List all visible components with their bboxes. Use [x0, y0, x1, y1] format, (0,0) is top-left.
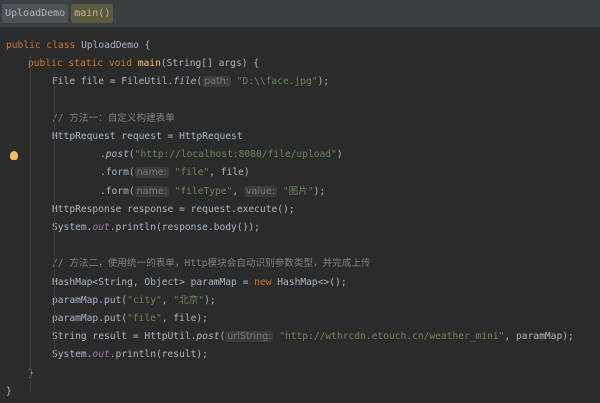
code-token: post	[105, 149, 129, 161]
code-token: public class	[6, 40, 82, 51]
code-token: )	[336, 149, 343, 161]
code-line[interactable]: }	[6, 383, 12, 401]
code-line[interactable]: System.out.println(result);	[52, 346, 208, 364]
code-token: "http://localhost:8080/file/upload"	[134, 149, 337, 161]
code-token: main	[137, 58, 161, 70]
code-token: .println(result);	[109, 349, 208, 361]
code-token: (String[] args) {	[160, 58, 260, 70]
code-line[interactable]: File file = FileUtil.file(path: "D:\\fac…	[52, 73, 329, 91]
parameter-hint: name:	[134, 167, 169, 179]
code-token: .form(	[100, 167, 135, 179]
indent-guide	[54, 73, 55, 357]
code-token: "图片"	[277, 185, 314, 197]
code-token: , file);	[161, 313, 208, 324]
code-token: File file = FileUtil.	[52, 76, 174, 88]
code-line[interactable]: public static void main(String[] args) {	[28, 55, 259, 73]
code-token: ,	[232, 185, 244, 197]
code-line[interactable]: .post("http://localhost:8080/file/upload…	[100, 146, 343, 164]
lightbulb-icon[interactable]	[10, 151, 18, 161]
code-line[interactable]: .form(name: "file", file)	[100, 164, 250, 182]
code-line[interactable]: public class UploadDemo {	[6, 37, 150, 55]
code-line[interactable]: System.out.println(response.body());	[52, 219, 260, 237]
code-token: );	[317, 76, 330, 88]
code-token: HttpResponse response = request.execute(…	[52, 203, 295, 215]
parameter-hint: name:	[134, 185, 169, 197]
parameter-hint: urlString:	[225, 331, 274, 343]
breadcrumb-method[interactable]: main()	[71, 4, 114, 23]
code-line[interactable]: // 方法一：自定义构建表单	[52, 110, 175, 128]
code-token: paramMap.put(	[52, 294, 128, 306]
code-token: String result = HttpUtil.	[52, 331, 197, 343]
code-token: );	[204, 294, 216, 306]
code-line[interactable]: HttpRequest request = HttpRequest	[52, 128, 243, 146]
code-token: "file"	[127, 313, 162, 324]
code-token: );	[313, 185, 326, 197]
code-token: }	[6, 385, 12, 397]
breadcrumb-class[interactable]: UploadDemo	[2, 4, 69, 23]
code-line[interactable]: paramMap.put("city", "北京");	[52, 292, 216, 310]
code-line[interactable]: String result = HttpUtil.post(urlString:…	[52, 328, 574, 346]
code-token: HashMap<>();	[277, 276, 347, 288]
code-token: "北京"	[173, 294, 205, 306]
code-token: "city"	[127, 294, 162, 306]
code-line[interactable]: HashMap<String, Object> paramMap = new H…	[52, 274, 347, 292]
parameter-hint: path:	[202, 76, 231, 88]
indent-guide	[30, 55, 31, 392]
code-token: HttpRequest request = HttpRequest	[52, 131, 243, 142]
code-token: UploadDemo {	[81, 40, 151, 51]
code-token: HashMap<String, Object> paramMap =	[52, 276, 255, 288]
code-token: // 方法二，使用统一的表单，Http模块会自动识别参数类型，并完成上传	[52, 258, 371, 270]
code-token: , file)	[209, 167, 250, 179]
code-token: System.	[52, 222, 93, 233]
code-line[interactable]: HttpResponse response = request.execute(…	[52, 201, 295, 219]
code-line[interactable]: paramMap.put("file", file);	[52, 310, 208, 328]
code-line[interactable]: // 方法二，使用统一的表单，Http模块会自动识别参数类型，并完成上传	[52, 255, 371, 273]
code-token: new	[254, 276, 278, 288]
code-token: "fileType"	[168, 185, 233, 197]
code-token: ,	[161, 294, 174, 306]
code-token: post	[196, 331, 220, 343]
code-token: .println(response.body());	[109, 222, 260, 233]
code-token: "D:\\face.jpg"	[231, 76, 318, 88]
code-line[interactable]: .form(name: "fileType", value: "图片");	[100, 183, 325, 201]
parameter-hint: value:	[243, 185, 278, 197]
code-token: file	[173, 76, 197, 88]
code-token: .form(	[100, 185, 135, 197]
code-token: // 方法一：自定义构建表单	[52, 112, 175, 124]
code-token: public static void	[28, 58, 138, 70]
code-token: out	[92, 222, 110, 233]
code-token: System.	[52, 349, 93, 361]
code-token: , paramMap);	[504, 331, 574, 343]
breadcrumb-bar: UploadDemo main()	[0, 0, 600, 28]
code-token: out	[92, 349, 110, 361]
code-token: paramMap.put(	[52, 313, 128, 324]
code-token: "file"	[168, 167, 210, 179]
code-token: "http://wthrcdn.etouch.cn/weather_mini"	[273, 331, 505, 343]
